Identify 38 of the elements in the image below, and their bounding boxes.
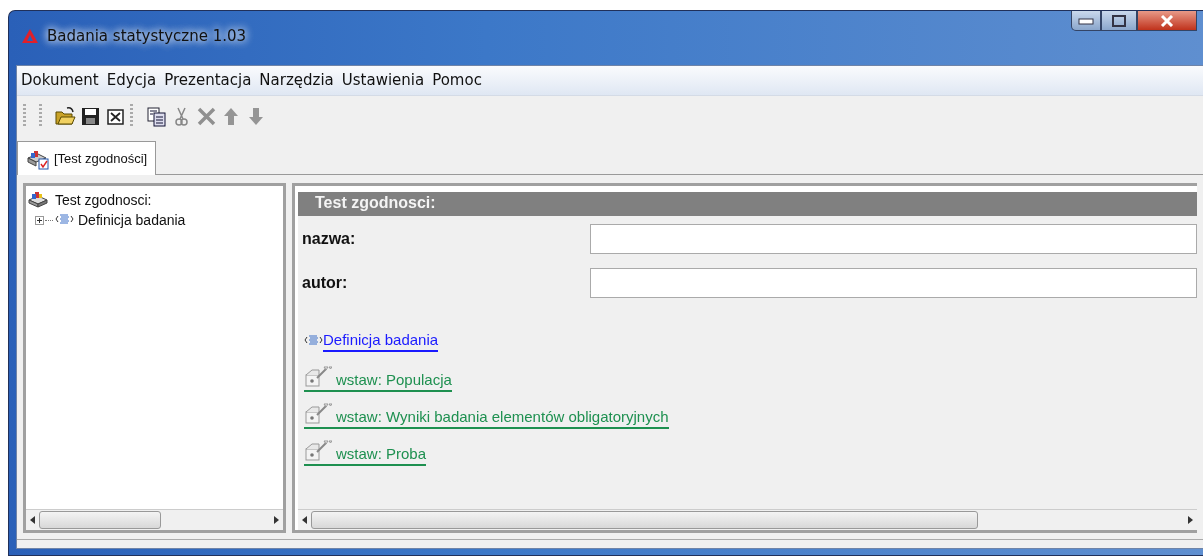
menu-item[interactable]: Edycja <box>106 71 157 89</box>
folder-button[interactable] <box>53 104 77 128</box>
horizontal-scrollbar[interactable] <box>298 509 1197 530</box>
link[interactable]: Definicja badania <box>323 331 439 352</box>
tree-item[interactable]: Definicja badania <box>78 212 186 228</box>
triangle-logo-icon <box>21 28 39 44</box>
menu-item[interactable]: Prezentacja <box>164 71 252 89</box>
insert-link[interactable]: wstaw: Wyniki badania elementów obligatoryjnych <box>304 402 669 429</box>
close-icon <box>1159 14 1175 27</box>
section-header: Test zgodnosci: <box>298 192 1197 216</box>
menu-item[interactable]: Pomoc <box>432 71 482 89</box>
insert-link[interactable]: wstaw: Proba <box>304 439 427 466</box>
scroll-right-icon[interactable] <box>274 516 279 524</box>
insert-box-icon <box>304 439 332 462</box>
tree-item[interactable]: Test zgodnosci: <box>55 192 152 208</box>
package-icon <box>28 191 48 209</box>
menu-item[interactable]: Narzędzia <box>259 71 334 89</box>
maximize-button[interactable] <box>1101 11 1137 31</box>
text-field[interactable] <box>590 268 1197 298</box>
field-label: autor: <box>301 274 349 292</box>
scroll-left-icon[interactable] <box>302 516 307 524</box>
close-button[interactable] <box>1137 11 1197 31</box>
menu-item[interactable]: Ustawienia <box>341 71 425 89</box>
insert-link[interactable]: wstaw: Populacja <box>304 365 452 392</box>
document-tab[interactable]: [Test zgodności] <box>17 141 157 175</box>
insert-box-icon <box>304 365 332 388</box>
maximize-icon <box>1111 14 1127 27</box>
copy-button[interactable] <box>144 104 168 128</box>
horizontal-scrollbar[interactable] <box>26 509 283 530</box>
text-field[interactable] <box>590 224 1197 254</box>
scroll-right-icon[interactable] <box>1188 516 1193 524</box>
minimize-button[interactable] <box>1071 11 1101 31</box>
window-title: Badania statystyczne 1.03 <box>47 27 247 45</box>
minimize-icon <box>1078 16 1094 25</box>
field-label: nazwa: <box>301 230 357 248</box>
scroll-left-icon[interactable] <box>30 516 35 524</box>
insert-box-icon <box>304 402 332 425</box>
menu-item[interactable]: Dokument <box>21 71 99 89</box>
